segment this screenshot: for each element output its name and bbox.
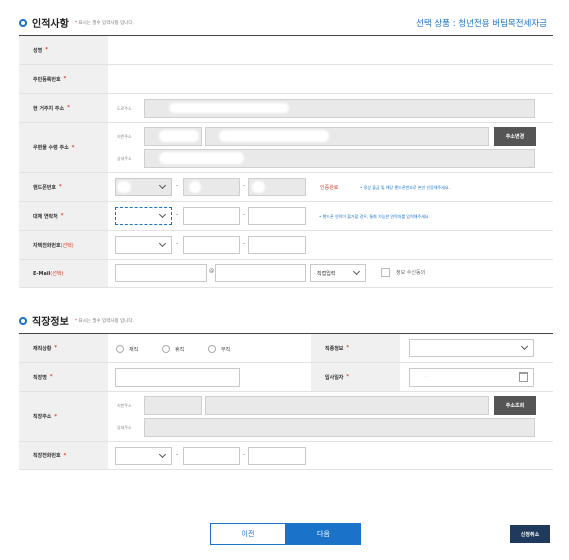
company-name-field[interactable] (115, 368, 240, 387)
row-rrn: 주민등록번호 * (19, 65, 553, 94)
row-company-phone: 직장전화번호 * - - (19, 442, 553, 470)
hire-date-field[interactable]: . . (409, 368, 534, 387)
detail-address-label: 상세주소 (117, 156, 132, 161)
row-home-phone: 자택전화번호 (선택) - - (19, 231, 553, 260)
email-domain-select[interactable]: 직접입력 (310, 264, 366, 282)
row-mail-address: 우편물 수령 주소 * 지번주소 주소변경 상세주소 (19, 123, 553, 173)
label-employment-type: 직종정보 * (311, 334, 400, 362)
row-email: E-Mail (선택) @ 직접입력 정보 수신동의 (19, 260, 553, 288)
road-address-label: 도로주소 (117, 106, 132, 111)
chevron-down-icon (158, 181, 167, 190)
label-company-phone: 직장전화번호 * (19, 442, 108, 469)
label-name: 성명 * (19, 36, 108, 64)
chevron-down-icon (520, 342, 529, 351)
company-detail-address-field (144, 418, 535, 437)
label-company-name: 직장명 * (19, 363, 108, 391)
label-company-address: 직장주소 * (19, 392, 108, 441)
checkbox-icon (381, 268, 390, 277)
alt-phone-note: • 핸드폰 연락이 불가할 경우, 통화 가능한 연락처를 입력해주세요. (319, 214, 430, 219)
next-button[interactable]: 다음 (286, 523, 361, 545)
personal-section-title: 인적사항 * 표시는 필수 입력사항 입니다. (19, 15, 134, 30)
label-rrn: 주민등록번호 * (19, 65, 108, 93)
company-zipcode-field (144, 396, 202, 415)
label-alt-phone: 대체 연락처 * (19, 202, 108, 230)
row-mobile: 핸드폰번호 * - - 인증완료 • 정상 출금 및 해당 핸드폰번호로 본인 인… (19, 173, 553, 202)
calendar-icon[interactable] (519, 372, 528, 382)
company-street-address-field (205, 396, 489, 415)
label-employment-status: 재직상황 * (19, 334, 108, 362)
home-phone-last-field[interactable] (248, 236, 306, 254)
search-address-button[interactable]: 주소조회 (494, 396, 536, 415)
radio-icon (162, 345, 170, 353)
street-address-label: 지번주소 (117, 134, 132, 139)
label-hire-date: 입사일자 * (311, 363, 400, 391)
company-phone-middle-field[interactable] (183, 447, 240, 465)
email-id-field[interactable] (115, 264, 207, 282)
row-company-address: 직장주소 * 지번주소 주소조회 상세주소 (19, 392, 553, 442)
label-mail-address: 우편물 수령 주소 * (19, 123, 108, 172)
required-note: * 표시는 필수 입력사항 입니다. (74, 20, 134, 26)
label-email: E-Mail (선택) (19, 260, 108, 287)
radio-unemployed[interactable]: 무직 (208, 345, 230, 353)
section-bullet-icon (19, 18, 27, 27)
company-phone-last-field[interactable] (248, 447, 306, 465)
home-phone-prefix-select[interactable] (115, 236, 172, 254)
radio-icon (116, 345, 124, 353)
required-note: * 표시는 필수 입력사항 입니다. (74, 318, 134, 324)
personal-info-table: 성명 * 주민등록번호 * 현 거주지 주소 * 도로주소 우편물 수령 주소 * 지번… (19, 35, 553, 288)
prev-button[interactable]: 이전 (210, 523, 286, 545)
company-phone-prefix-select[interactable] (115, 447, 172, 465)
row-company-name: 직장명 * 입사일자 * . . (19, 363, 553, 392)
home-phone-middle-field[interactable] (183, 236, 240, 254)
label-home-phone: 자택전화번호 (선택) (19, 231, 108, 259)
radio-employed[interactable]: 재직 (116, 345, 138, 353)
email-domain-field[interactable] (215, 264, 306, 282)
cert-verified-badge: 인증완료 (320, 185, 339, 191)
row-address: 현 거주지 주소 * 도로주소 (19, 94, 553, 123)
row-name: 성명 * (19, 36, 553, 65)
row-alt-phone: 대체 연락처 * - - • 핸드폰 연락이 불가할 경우, 통화 가능한 연락처… (19, 202, 553, 231)
chevron-down-icon (158, 239, 167, 248)
chevron-down-icon (158, 450, 167, 459)
radio-icon (208, 345, 216, 353)
marketing-consent-checkbox[interactable]: 정보 수신동의 (381, 268, 425, 277)
label-mobile: 핸드폰번호 * (19, 173, 108, 201)
alt-phone-last-field[interactable] (248, 207, 306, 225)
section-bullet-icon (19, 316, 27, 325)
selected-product: 선택 상품 : 청년전용 버팀목전세자금 (416, 19, 547, 29)
chevron-down-icon (352, 267, 361, 276)
employment-type-select[interactable] (409, 339, 534, 357)
job-info-table: 재직상황 * 재직 휴직 무직 직종정보 * 직장명 * 입사일자 * . . 직장주소… (19, 333, 553, 470)
mobile-note: • 정상 출금 및 해당 핸드폰번호로 본인 인증해주세요. (360, 185, 450, 190)
chevron-down-icon (158, 210, 167, 219)
cancel-application-button[interactable]: 신청취소 (510, 525, 550, 543)
alt-phone-prefix-select[interactable] (115, 207, 172, 225)
job-section-title: 직장정보 * 표시는 필수 입력사항 입니다. (19, 313, 134, 328)
at-sign: @ (209, 268, 214, 274)
street-address-label: 지번주소 (117, 403, 132, 408)
radio-leave[interactable]: 휴직 (162, 345, 184, 353)
row-employment: 재직상황 * 재직 휴직 무직 직종정보 * (19, 334, 553, 363)
change-address-button[interactable]: 주소변경 (494, 127, 536, 146)
alt-phone-middle-field[interactable] (183, 207, 240, 225)
detail-address-label: 상세주소 (117, 425, 132, 430)
label-address: 현 거주지 주소 * (19, 94, 108, 122)
